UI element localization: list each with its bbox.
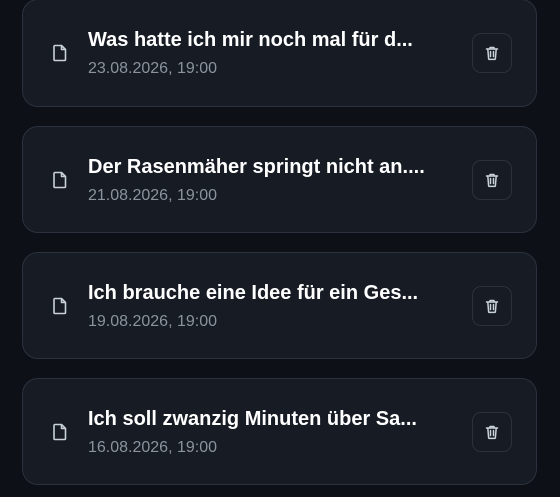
delete-button[interactable] (472, 285, 512, 326)
chat-date: 16.08.2026, 19:00 (88, 438, 218, 456)
delete-button[interactable] (472, 159, 512, 200)
trash-icon (484, 45, 500, 61)
chat-item-text: Ich soll zwanzig Minuten über Sa... 16.0… (88, 406, 456, 458)
delete-button[interactable] (472, 33, 512, 73)
chat-history-item[interactable]: Der Rasenmäher springt nicht an.... 21.0… (22, 126, 537, 233)
chat-item-text: Ich brauche eine Idee für ein Ges... 19.… (88, 280, 456, 332)
trash-icon (484, 298, 500, 314)
chat-date: 23.08.2026, 19:00 (88, 60, 218, 77)
chat-history-item[interactable]: Was hatte ich mir noch mal für d... 23.0… (22, 0, 537, 107)
chat-title: Was hatte ich mir noch mal für d... (88, 29, 413, 51)
chat-title: Ich brauche eine Idee für ein Ges... (88, 281, 419, 304)
document-icon (51, 423, 69, 441)
chat-history-list: Was hatte ich mir noch mal für d... 23.0… (0, 0, 560, 497)
trash-icon (484, 172, 500, 188)
chat-item-text: Der Rasenmäher springt nicht an.... 21.0… (88, 154, 456, 206)
delete-button[interactable] (472, 411, 512, 452)
chat-item-text: Was hatte ich mir noch mal für d... 23.0… (88, 27, 456, 79)
chat-date: 19.08.2026, 19:00 (88, 312, 218, 330)
document-icon (51, 171, 69, 189)
chat-title: Ich soll zwanzig Minuten über Sa... (88, 407, 417, 430)
trash-icon (484, 424, 500, 440)
chat-history-item[interactable]: Ich brauche eine Idee für ein Ges... 19.… (22, 252, 537, 359)
document-icon (51, 297, 69, 315)
document-icon (51, 44, 69, 62)
chat-history-item[interactable]: Ich soll zwanzig Minuten über Sa... 16.0… (22, 378, 537, 485)
chat-title: Der Rasenmäher springt nicht an.... (88, 155, 425, 178)
chat-date: 21.08.2026, 19:00 (88, 186, 218, 204)
